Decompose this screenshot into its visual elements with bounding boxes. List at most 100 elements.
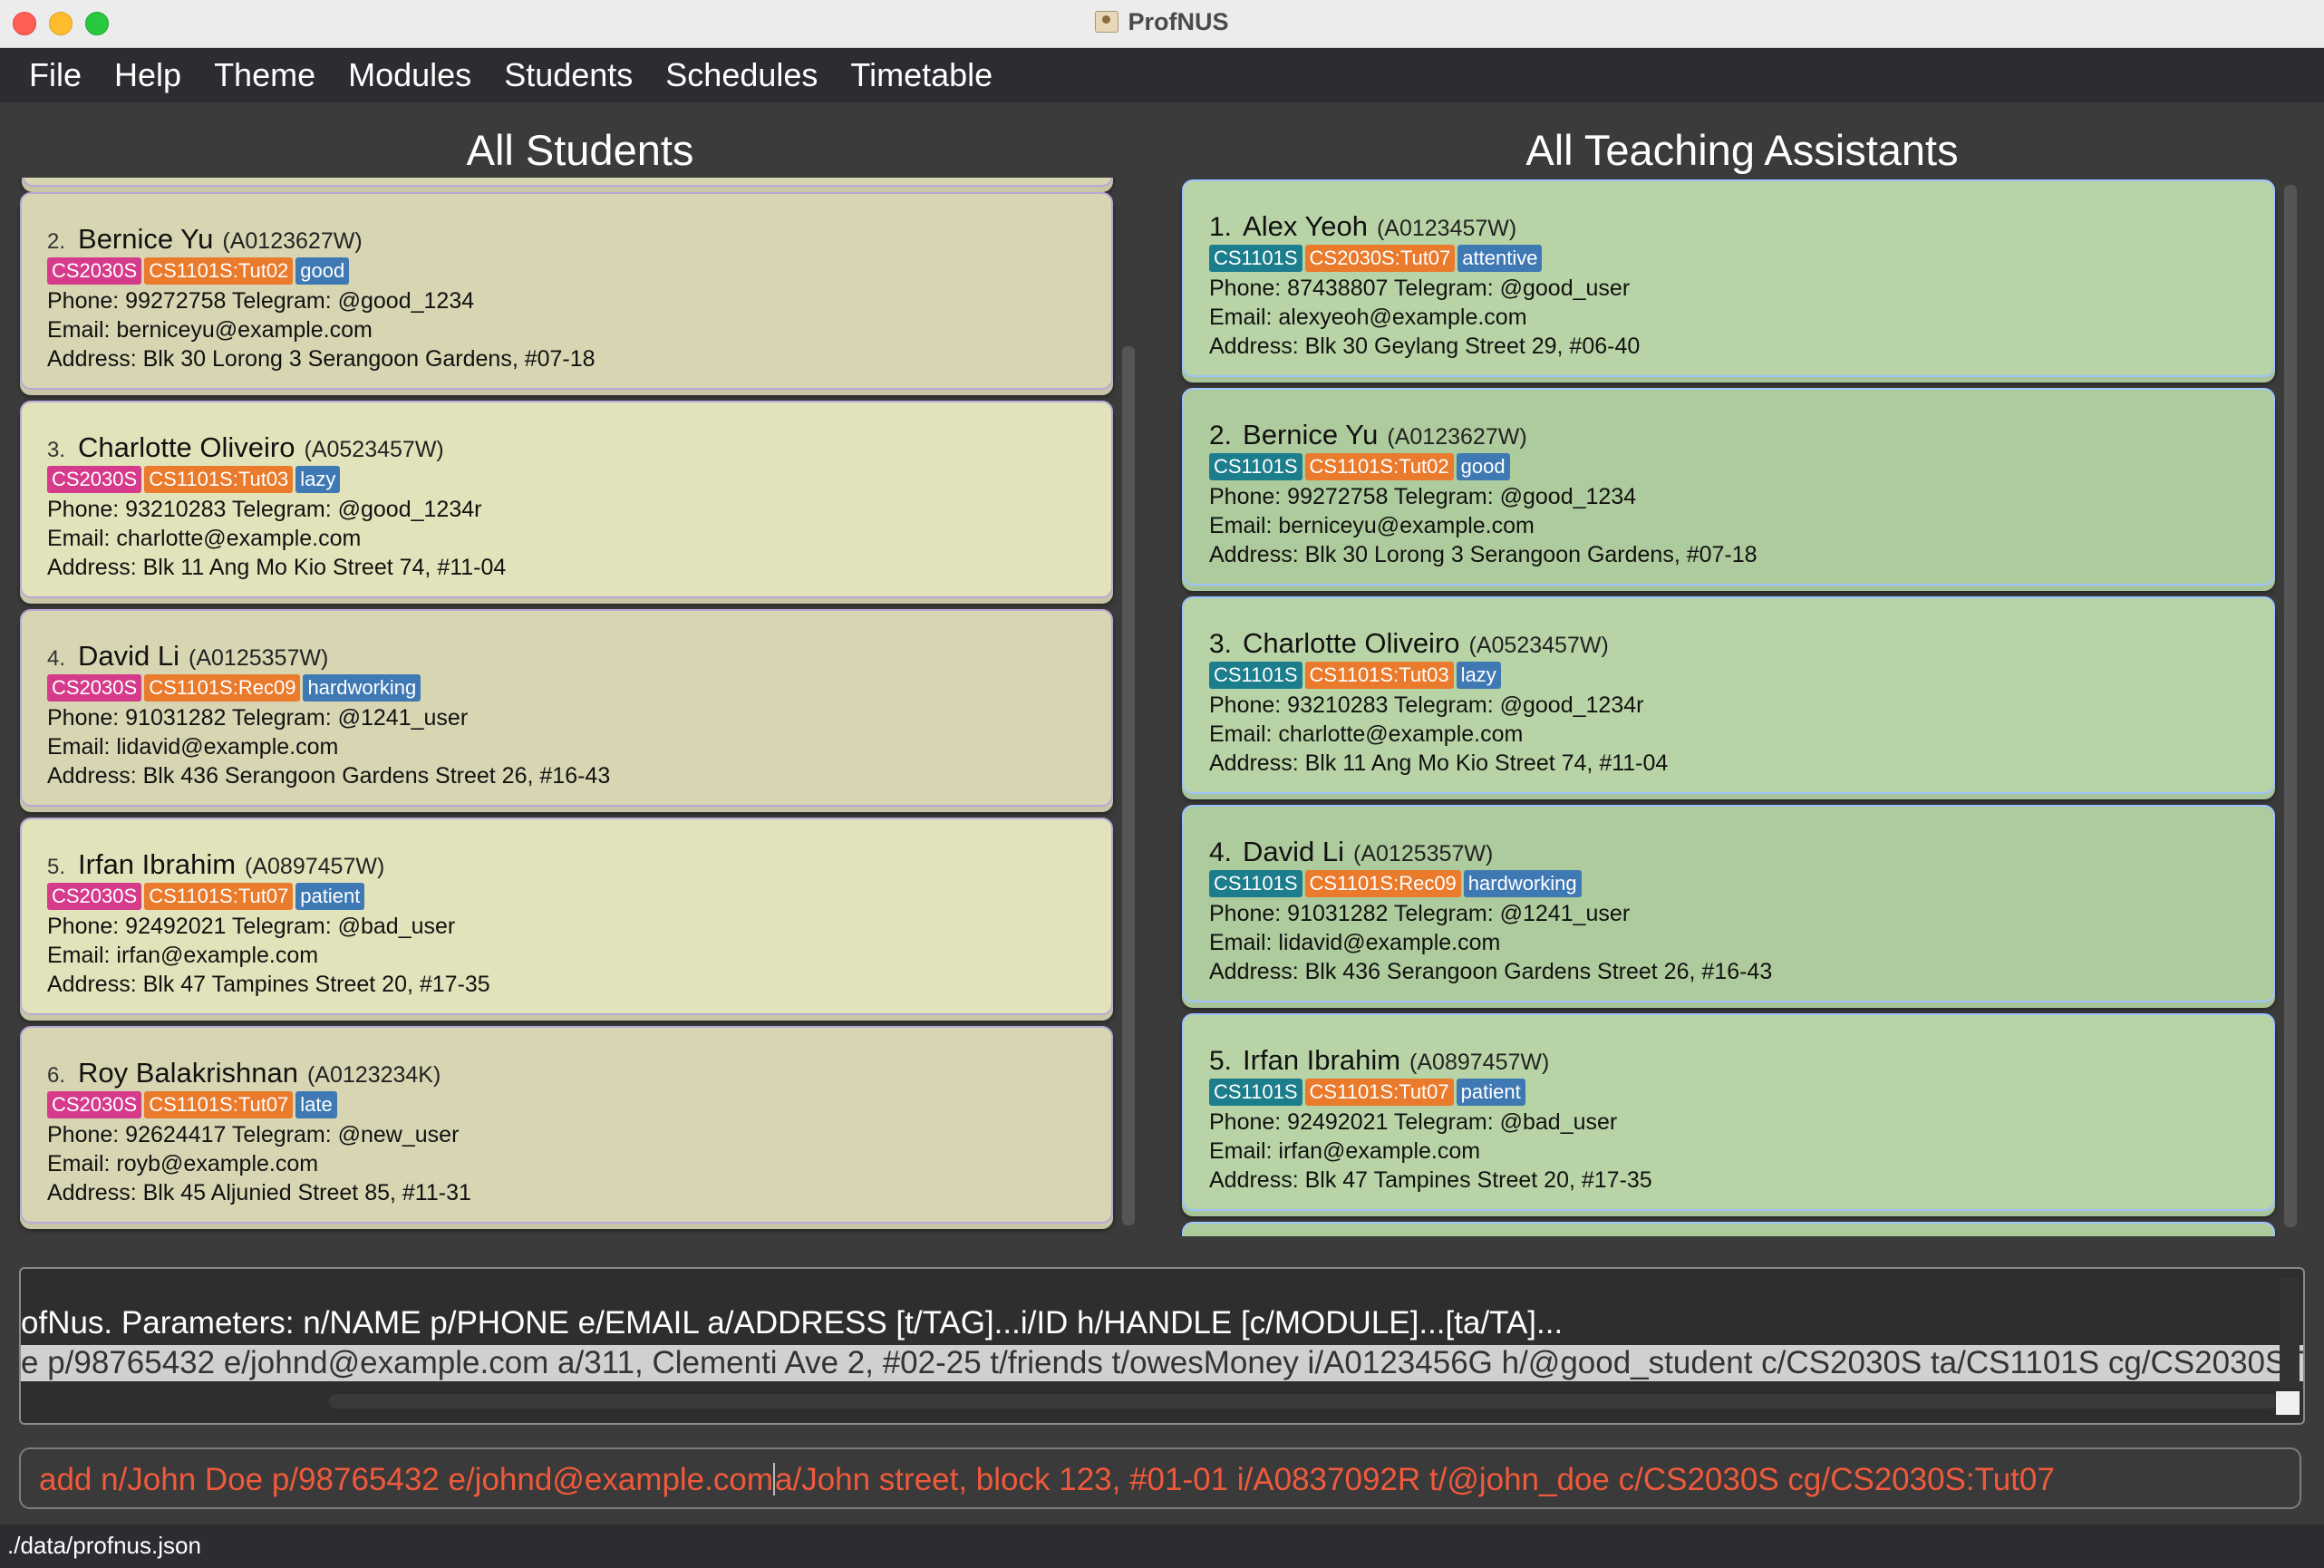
student-phone: Phone: 93210283 Telegram: @good_1234r [47,497,482,522]
ta-id: (A0123457W) [1376,216,1517,241]
menu-timetable[interactable]: Timetable [834,48,1009,102]
title-bar: ProfNUS [0,0,2324,48]
app-icon [1095,11,1119,33]
trait-tag: hardworking [1463,870,1582,897]
module-tag: CS2030S [47,1091,142,1118]
ta-list-scrollbar[interactable] [2284,185,2297,1227]
result-scroll-corner [2276,1391,2300,1415]
window-title: ProfNUS [0,0,2324,44]
student-tags: CS2030S CS1101S:Tut02 good [47,257,352,285]
command-input[interactable]: add n/John Doe p/98765432 e/johnd@exampl… [19,1447,2301,1509]
ta-phone: Phone: 92492021 Telegram: @bad_user [1209,1109,1618,1135]
group-tag: CS1101S:Tut03 [1304,662,1454,689]
ta-module-tag: CS1101S [1209,245,1302,272]
student-email: Email: lidavid@example.com [47,734,339,760]
trait-tag: good [295,257,350,285]
student-card[interactable]: 2. Bernice Yu (A0123627W) CS2030S CS1101S:T… [20,192,1113,390]
ta-card[interactable]: 3. Charlotte Oliveiro (A0523457W) CS1101S C… [1182,596,2275,794]
student-name: Roy Balakrishnan [78,1057,298,1089]
ta-module-tag: CS1101S [1209,870,1302,897]
command-text: add n/John Doe p/98765432 e/johnd@exampl… [39,1462,2055,1498]
result-vertical-scrollbar[interactable] [2280,1278,2300,1387]
student-tags: CS2030S CS1101S:Tut07 patient [47,883,367,910]
student-list-scrollbar[interactable] [1122,346,1135,1225]
menu-file[interactable]: File [0,48,98,102]
student-id: (A0897457W) [245,854,385,879]
ta-module-tag: CS1101S [1209,662,1302,689]
ta-address: Address: Blk 30 Lorong 3 Serangoon Garde… [1209,542,1758,567]
ta-id: (A0123627W) [1387,424,1527,450]
ta-address: Address: Blk 11 Ang Mo Kio Street 74, #1… [1209,750,1669,776]
ta-name: Bernice Yu [1243,419,1379,450]
module-tag: CS2030S [47,883,142,910]
result-horizontal-scrollbar[interactable] [329,1394,2278,1408]
student-index: 4. [47,646,66,671]
student-email: Email: charlotte@example.com [47,526,362,551]
student-tags: CS2030S CS1101S:Rec09 hardworking [47,674,423,702]
save-location: ./data/profnus.json [7,1532,201,1559]
ta-list-scroll-thumb[interactable] [2284,185,2297,1227]
student-email: Email: royb@example.com [47,1151,319,1176]
ta-address: Address: Blk 30 Geylang Street 29, #06-4… [1209,334,1641,359]
student-address: Address: Blk 45 Aljunied Street 85, #11-… [47,1180,471,1205]
group-tag: CS1101S:Tut02 [144,257,294,285]
ta-panel-title: All Teaching Assistants [1525,126,1959,174]
student-phone: Phone: 92624417 Telegram: @new_user [47,1122,460,1147]
trait-tag: patient [295,883,365,910]
result-line-2: e p/98765432 e/johnd@example.com a/311, … [21,1345,2303,1381]
trait-tag: late [295,1091,337,1118]
student-list[interactable]: 2. Bernice Yu (A0123627W) CS2030S CS1101S:T… [0,178,1160,1236]
module-tag: CS2030S [47,466,142,493]
ta-phone: Phone: 87438807 Telegram: @good_user [1209,276,1631,301]
student-id: (A0125357W) [189,645,329,671]
ta-tags: CS1101S CS1101S:Tut03 lazy [1209,662,1504,689]
student-card[interactable]: 4. David Li (A0125357W) CS2030S CS1101S:Rec… [20,609,1113,807]
ta-address: Address: Blk 47 Tampines Street 20, #17-… [1209,1167,1652,1193]
ta-id: (A0523457W) [1468,633,1609,658]
student-email: Email: berniceyu@example.com [47,317,373,343]
ta-card-partial[interactable] [1182,1222,2275,1236]
ta-name-row: 1. Alex Yeoh (A0123457W) [1209,210,1516,243]
menu-schedules[interactable]: Schedules [649,48,834,102]
student-list-scroll-thumb[interactable] [1122,346,1135,1225]
ta-tags: CS1101S CS1101S:Rec09 hardworking [1209,870,1584,897]
student-card[interactable]: 5. Irfan Ibrahim (A0897457W) CS2030S CS1101… [20,818,1113,1015]
student-name: Bernice Yu [78,223,214,255]
ta-phone: Phone: 99272758 Telegram: @good_1234 [1209,484,1637,509]
menu-students[interactable]: Students [488,48,649,102]
student-address: Address: Blk 47 Tampines Street 20, #17-… [47,972,490,997]
menu-help[interactable]: Help [98,48,198,102]
ta-card[interactable]: 4. David Li (A0125357W) CS1101S CS1101S:Rec… [1182,805,2275,1002]
ta-name-row: 4. David Li (A0125357W) [1209,836,1493,868]
student-card[interactable]: 3. Charlotte Oliveiro (A0523457W) CS2030S C… [20,401,1113,598]
group-tag: CS1101S:Tut07 [144,883,294,910]
menu-theme[interactable]: Theme [198,48,332,102]
window-title-text: ProfNUS [1128,8,1229,35]
ta-id: (A0897457W) [1409,1050,1550,1075]
ta-email: Email: alexyeoh@example.com [1209,305,1527,330]
menu-modules[interactable]: Modules [332,48,488,102]
ta-card[interactable]: 5. Irfan Ibrahim (A0897457W) CS1101S CS1101… [1182,1013,2275,1211]
ta-card[interactable]: 2. Bernice Yu (A0123627W) CS1101S CS1101S:T… [1182,388,2275,586]
trait-tag: good [1456,453,1510,480]
group-tag: CS2030S:Tut07 [1304,245,1456,272]
group-tag: CS1101S:Tut03 [144,466,294,493]
student-name-row: 6. Roy Balakrishnan (A0123234K) [47,1057,441,1089]
ta-index: 2. [1209,421,1233,450]
group-tag: CS1101S:Tut02 [1304,453,1454,480]
student-tags: CS2030S CS1101S:Tut03 lazy [47,466,343,493]
result-display[interactable]: ofNus. Parameters: n/NAME p/PHONE e/EMAI… [19,1267,2305,1425]
trait-tag: attentive [1457,245,1543,272]
student-tags: CS2030S CS1101S:Tut07 late [47,1091,340,1118]
student-card-partial[interactable] [22,178,1113,187]
ta-index: 4. [1209,837,1233,867]
ta-list[interactable]: 1. Alex Yeoh (A0123457W) CS1101S CS2030S:Tu… [1160,178,2324,1236]
trait-tag: lazy [295,466,341,493]
group-tag: CS1101S:Tut07 [1304,1079,1454,1106]
trait-tag: patient [1456,1079,1525,1106]
student-name-row: 5. Irfan Ibrahim (A0897457W) [47,848,384,881]
ta-card[interactable]: 1. Alex Yeoh (A0123457W) CS1101S CS2030S:Tu… [1182,179,2275,377]
student-card[interactable]: 6. Roy Balakrishnan (A0123234K) CS2030S CS1… [20,1026,1113,1224]
ta-index: 3. [1209,629,1233,659]
ta-email: Email: charlotte@example.com [1209,721,1524,747]
